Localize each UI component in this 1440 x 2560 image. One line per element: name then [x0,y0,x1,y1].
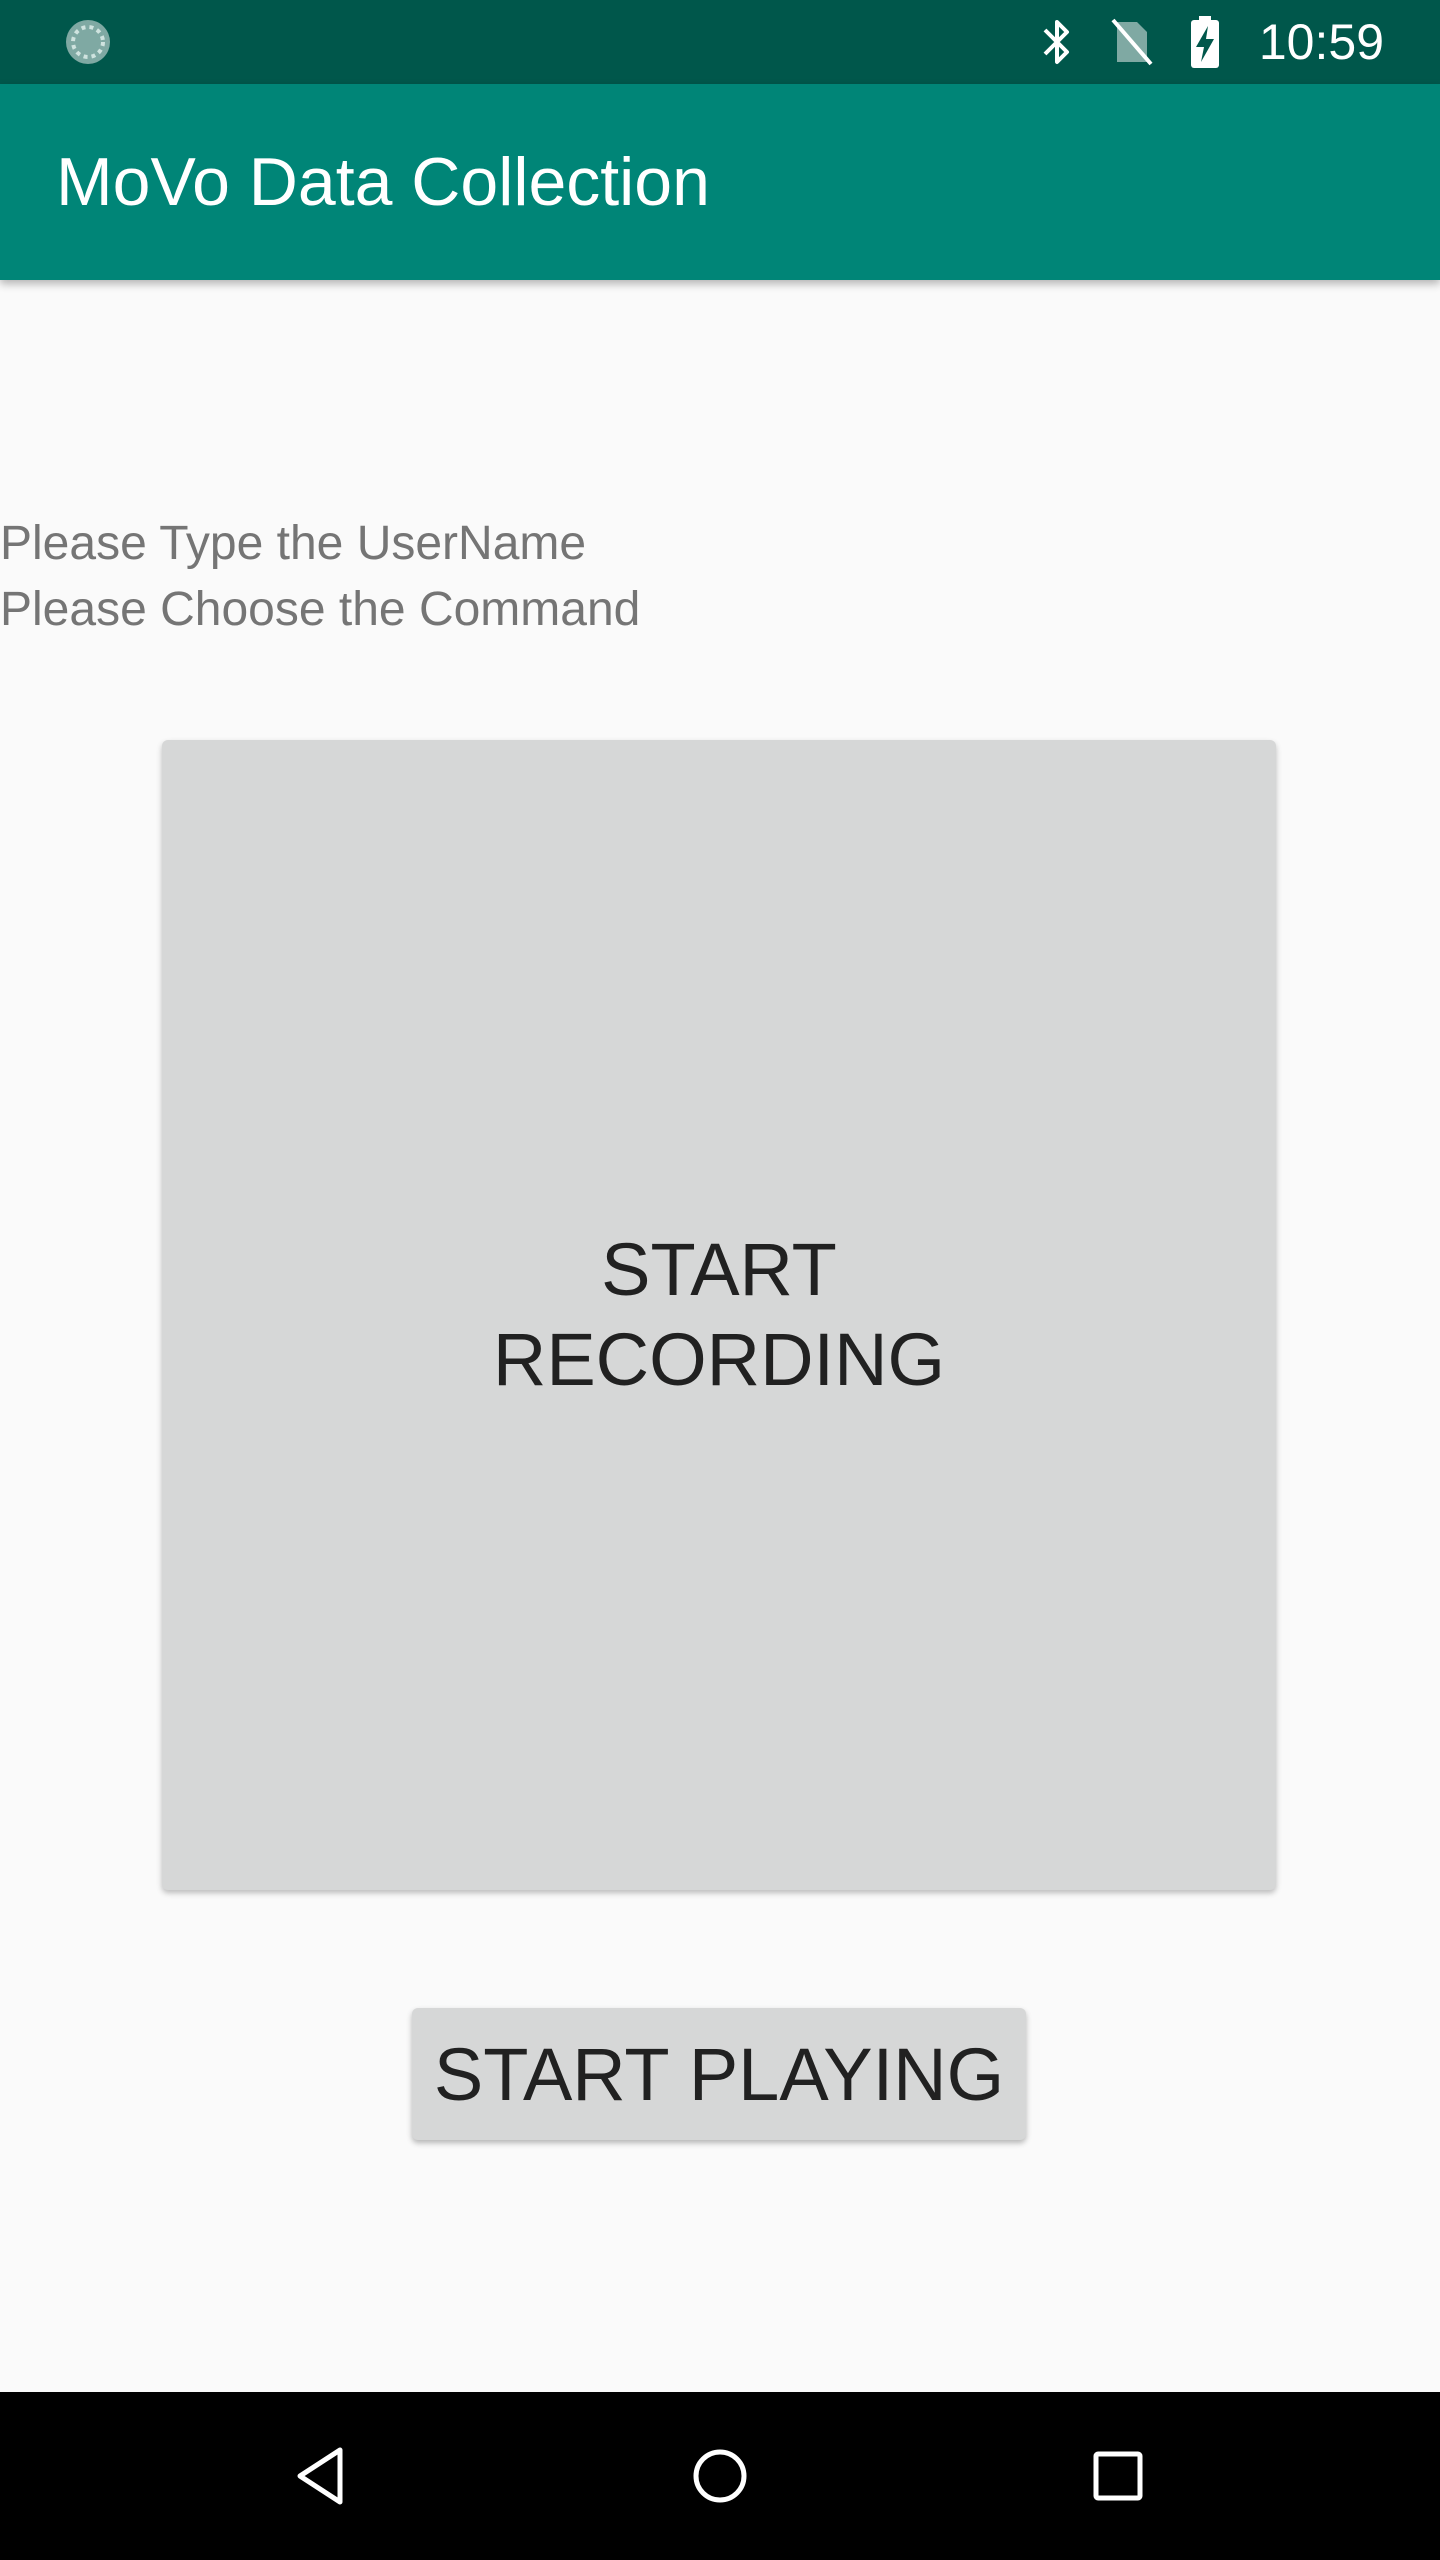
bluetooth-icon [1033,14,1081,70]
recents-icon[interactable] [1078,2436,1158,2516]
battery-charging-icon [1181,14,1229,70]
navigation-bar [0,2392,1440,2560]
username-prompt[interactable]: Please Type the UserName [0,516,586,571]
status-bar: 10:59 [0,0,1440,84]
back-icon[interactable] [282,2436,362,2516]
status-time: 10:59 [1258,14,1384,70]
screen: 10:59 MoVo Data Collection Please Type t… [0,0,1440,2560]
start-playing-button[interactable]: START PLAYING [412,2008,1026,2140]
start-playing-label: START PLAYING [433,2032,1005,2116]
home-icon[interactable] [680,2436,760,2516]
no-sim-icon [1107,14,1155,70]
app-title: MoVo Data Collection [56,144,710,220]
app-bar: MoVo Data Collection [0,84,1440,280]
start-recording-label: START RECORDING [492,1228,946,1401]
command-prompt[interactable]: Please Choose the Command [0,582,640,637]
status-icons: 10:59 [1033,0,1384,84]
start-recording-button[interactable]: START RECORDING [162,740,1276,1890]
sync-icon [62,16,114,68]
